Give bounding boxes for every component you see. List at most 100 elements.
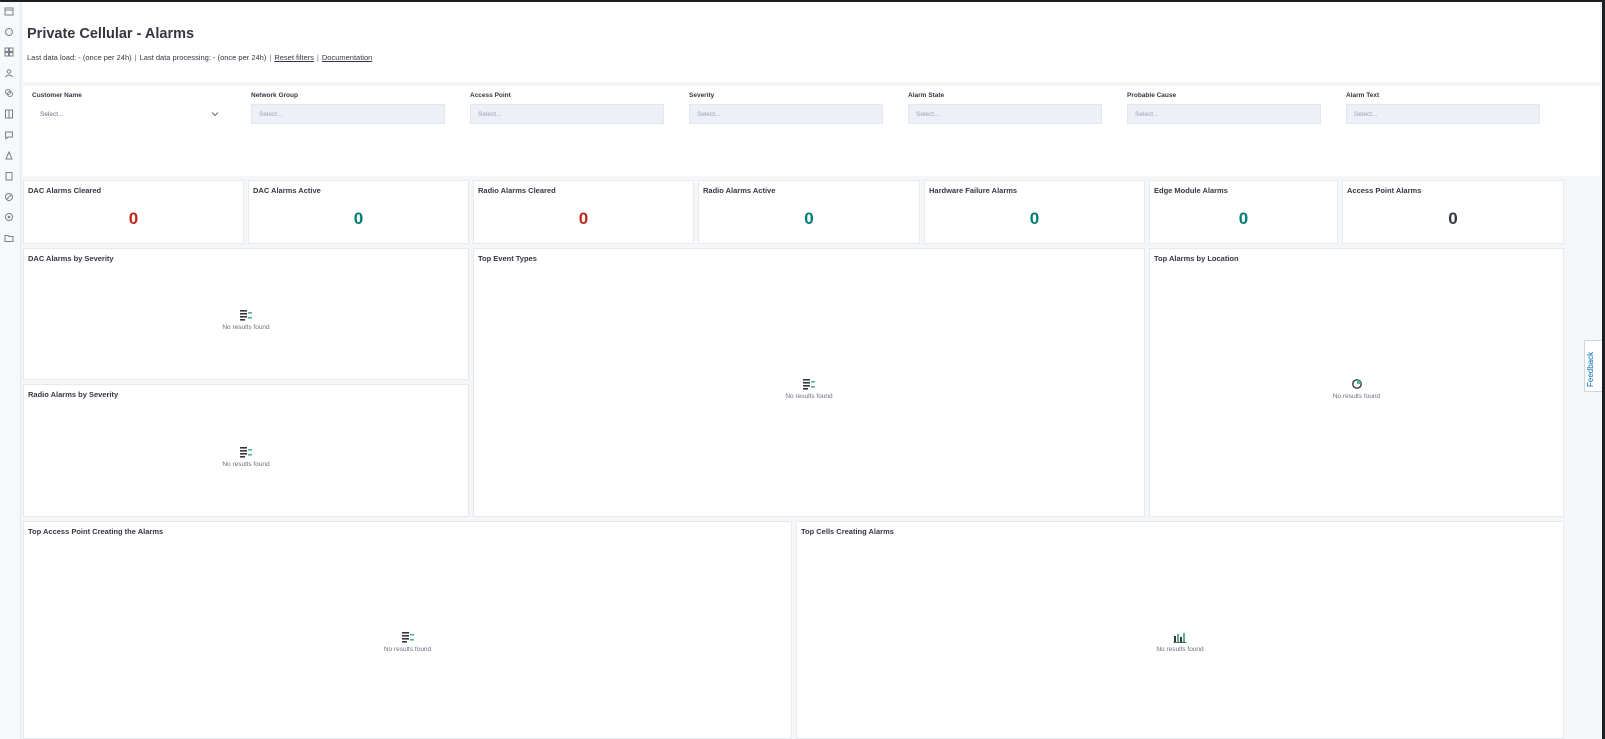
dashboard-icon[interactable] bbox=[3, 46, 15, 58]
feedback-label: Feedback bbox=[1586, 351, 1595, 387]
empty-message: No results found bbox=[785, 393, 833, 400]
empty-state: No results found bbox=[24, 446, 468, 468]
page-header: Private Cellular - Alarms Last data load… bbox=[23, 2, 1600, 82]
chevron-down-icon bbox=[211, 112, 219, 117]
kpi-title: Radio Alarms Cleared bbox=[478, 186, 556, 195]
empty-message: No results found bbox=[383, 646, 432, 653]
empty-message: No results found bbox=[1156, 646, 1204, 653]
kpi-access-point-alarms: Access Point Alarms 0 bbox=[1342, 180, 1564, 244]
select-placeholder: Select... bbox=[697, 111, 721, 118]
documentation-link[interactable]: Documentation bbox=[322, 53, 372, 62]
chat-icon[interactable] bbox=[3, 129, 15, 141]
customer-name-select[interactable]: Select... bbox=[32, 104, 226, 124]
panel-title: Top Event Types bbox=[478, 254, 537, 263]
kpi-value: 0 bbox=[128, 209, 139, 228]
select-placeholder: Select... bbox=[259, 111, 283, 118]
empty-state: No results found bbox=[24, 631, 791, 653]
filter-severity: Severity Select... bbox=[689, 92, 883, 124]
kpi-title: Radio Alarms Active bbox=[703, 186, 776, 195]
panel-title: Top Alarms by Location bbox=[1154, 254, 1239, 263]
filter-customer-name: Customer Name Select... bbox=[32, 92, 226, 124]
table-icon bbox=[240, 310, 252, 321]
kpi-radio-alarms-cleared: Radio Alarms Cleared 0 bbox=[473, 180, 694, 244]
feedback-button[interactable]: Feedback bbox=[1584, 340, 1602, 392]
panel-top-alarms-by-location: Top Alarms by Location No results found bbox=[1149, 248, 1564, 517]
book-icon[interactable] bbox=[3, 108, 15, 120]
filter-label: Alarm Text bbox=[1346, 92, 1380, 99]
kpi-dac-alarms-active: DAC Alarms Active 0 bbox=[248, 180, 469, 244]
filter-label: Probable Cause bbox=[1127, 92, 1177, 99]
probable-cause-select[interactable]: Select... bbox=[1127, 104, 1321, 124]
panel-top-access-point: Top Access Point Creating the Alarms No … bbox=[23, 521, 792, 739]
settings-icon[interactable] bbox=[3, 211, 15, 223]
filter-label: Customer Name bbox=[32, 92, 82, 99]
empty-message: No results found bbox=[222, 461, 270, 468]
kpi-value: 0 bbox=[1029, 209, 1040, 228]
panel-dac-alarms-by-severity: DAC Alarms by Severity No results found bbox=[23, 248, 469, 380]
bar-chart-icon bbox=[1173, 633, 1187, 643]
user-icon[interactable] bbox=[3, 67, 15, 79]
kpi-title: Edge Module Alarms bbox=[1154, 186, 1228, 195]
table-icon bbox=[803, 379, 815, 390]
last-data-processing: Last data processing: - (once per 24h) bbox=[139, 53, 267, 62]
kpi-title: Access Point Alarms bbox=[1347, 186, 1422, 195]
kpi-title: DAC Alarms Active bbox=[253, 186, 321, 195]
filter-alarm-state: Alarm State Select... bbox=[908, 92, 1102, 124]
folder-icon[interactable] bbox=[3, 232, 15, 244]
separator: | bbox=[134, 53, 137, 62]
filter-bar: Customer Name Select... Network Group Se… bbox=[23, 86, 1600, 176]
select-placeholder: Select... bbox=[916, 111, 940, 118]
access-point-select[interactable]: Select... bbox=[470, 104, 664, 124]
empty-state: No results found bbox=[797, 631, 1563, 653]
filter-probable-cause: Probable Cause Select... bbox=[1127, 92, 1321, 124]
select-placeholder: Select... bbox=[1354, 111, 1378, 118]
pie-chart-icon bbox=[1351, 379, 1362, 389]
filter-access-point: Access Point Select... bbox=[470, 92, 664, 124]
panel-title: DAC Alarms by Severity bbox=[28, 254, 114, 263]
clipboard-icon[interactable] bbox=[3, 170, 15, 182]
select-placeholder: Select... bbox=[478, 111, 502, 118]
filter-label: Severity bbox=[689, 92, 715, 99]
filter-label: Alarm State bbox=[908, 92, 945, 99]
alert-icon[interactable] bbox=[3, 150, 15, 162]
compass-icon[interactable] bbox=[3, 191, 15, 203]
separator: | bbox=[316, 53, 319, 62]
kpi-dac-alarms-cleared: DAC Alarms Cleared 0 bbox=[23, 180, 244, 244]
panel-top-cells: Top Cells Creating Alarms No results fou… bbox=[796, 521, 1564, 739]
network-group-select[interactable]: Select... bbox=[251, 104, 445, 124]
last-data-load: Last data load: - (once per 24h) bbox=[27, 53, 132, 62]
filter-label: Network Group bbox=[251, 92, 298, 99]
kpi-title: Hardware Failure Alarms bbox=[929, 186, 1018, 195]
reset-filters-link[interactable]: Reset filters bbox=[274, 53, 314, 62]
panel-title: Top Access Point Creating the Alarms bbox=[28, 527, 164, 536]
alarm-text-select[interactable]: Select... bbox=[1346, 104, 1540, 124]
discover-icon[interactable] bbox=[3, 26, 15, 38]
kpi-title: DAC Alarms Cleared bbox=[28, 186, 102, 195]
severity-select[interactable]: Select... bbox=[689, 104, 883, 124]
filter-alarm-text: Alarm Text Select... bbox=[1346, 92, 1540, 124]
kpi-value: 0 bbox=[1238, 209, 1249, 228]
empty-state: No results found bbox=[1150, 378, 1563, 400]
panel-top-event-types: Top Event Types No results found bbox=[473, 248, 1145, 517]
kpi-value: 0 bbox=[1448, 209, 1458, 228]
panel-title: Radio Alarms by Severity bbox=[28, 390, 119, 399]
empty-state: No results found bbox=[24, 309, 468, 331]
kpi-value: 0 bbox=[578, 209, 589, 228]
empty-message: No results found bbox=[1332, 393, 1381, 400]
alarm-state-select[interactable]: Select... bbox=[908, 104, 1102, 124]
kpi-edge-module-alarms: Edge Module Alarms 0 bbox=[1149, 180, 1338, 244]
filter-network-group: Network Group Select... bbox=[251, 92, 445, 124]
layers-icon[interactable] bbox=[3, 87, 15, 99]
kpi-radio-alarms-active: Radio Alarms Active 0 bbox=[698, 180, 920, 244]
select-placeholder: Select... bbox=[40, 111, 64, 118]
panel-title: Top Cells Creating Alarms bbox=[801, 527, 894, 536]
kpi-value: 0 bbox=[353, 209, 364, 228]
calendar-icon[interactable] bbox=[3, 5, 15, 17]
side-navigation bbox=[0, 2, 21, 739]
data-load-info: Last data load: - (once per 24h) | Last da… bbox=[27, 53, 372, 62]
table-icon bbox=[240, 447, 252, 458]
empty-message: No results found bbox=[222, 324, 270, 331]
table-icon bbox=[401, 632, 414, 643]
page-title: Private Cellular - Alarms bbox=[27, 26, 195, 42]
kpi-value: 0 bbox=[804, 209, 814, 228]
